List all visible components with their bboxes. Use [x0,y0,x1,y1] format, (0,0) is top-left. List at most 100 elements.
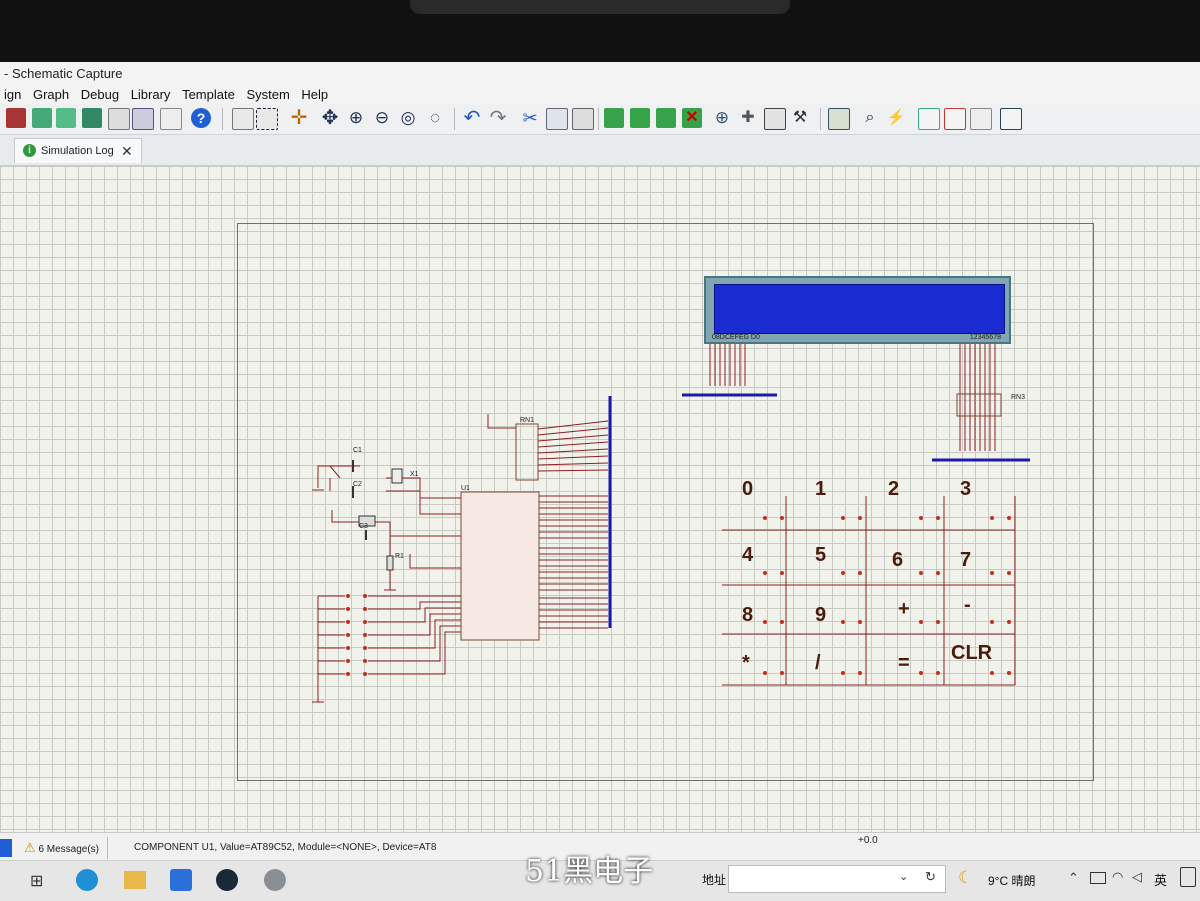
origin-icon[interactable]: ✛ [289,108,309,128]
mcu-port-wires [539,495,608,629]
file-explorer-icon[interactable] [124,871,146,889]
goto-sheet-icon[interactable] [970,108,992,130]
rn1-wires [537,420,609,472]
block-rotate-icon[interactable] [656,108,676,128]
menu-library[interactable]: Library [127,86,175,104]
schematic-drawing: RN3 RN1 U1 X1 C1 C2 C3 R1 [312,344,1030,703]
schematic-canvas[interactable]: 08DCEFEG D0 12345678 RN3 RN1 U1 X1 C1 C2… [0,166,1200,832]
key-label-1: 1 [815,478,827,500]
wire-autorouter-icon[interactable] [828,108,850,130]
key-label-0: 0 [742,478,754,500]
x1-label: X1 [410,471,419,478]
copy-icon[interactable] [546,108,568,130]
block-move-icon[interactable] [630,108,650,128]
toolbar-separator [598,108,599,130]
property-assign-icon[interactable]: ⚡ [886,108,906,128]
c1-label: C1 [353,447,362,454]
status-component-text: COMPONENT U1, Value=AT89C52, Module=<NON… [134,842,436,853]
package-icon[interactable] [764,108,786,130]
zoom-area-icon[interactable]: ◌ [425,108,445,128]
bom-icon[interactable] [108,108,130,130]
new-sheet-icon[interactable] [918,108,940,130]
toolbar-separator [454,108,455,130]
probe-icon[interactable] [56,108,76,128]
refresh-icon[interactable] [232,108,254,130]
battery-icon[interactable] [1090,872,1106,884]
notification-icon[interactable] [1180,867,1196,887]
redo-icon[interactable]: ↷ [488,108,508,128]
menu-bar: ign Graph Debug Library Template System … [0,86,1200,104]
weather-text[interactable]: 9°C 晴朗 [988,872,1035,889]
task-view-icon[interactable]: ⊞ [30,871,43,891]
block-copy-icon[interactable] [604,108,624,128]
hex-icon[interactable] [132,108,154,130]
chip-icon[interactable] [6,108,26,128]
reset-circuit [331,510,461,591]
key-label-divide: / [815,652,821,674]
block-delete-icon[interactable]: ✕ [682,108,702,128]
mcu-label: U1 [461,485,470,492]
make-device-icon[interactable]: ✚ [738,108,758,128]
warning-icon: ⚠ [24,840,36,855]
grid-icon[interactable] [256,108,278,130]
address-input[interactable]: ⌄ ↻ [728,865,946,893]
help-icon[interactable]: ? [191,108,211,128]
moon-weather-icon: ☾ [958,868,974,887]
zoom-in-icon[interactable]: ⊕ [346,108,366,128]
volume-icon[interactable]: ◁ [1132,869,1142,885]
design-notes-icon[interactable] [1000,108,1022,130]
decompose-icon[interactable]: ⚒ [790,108,810,128]
rn3-resistor-network [956,393,1002,417]
mcu-u1 [460,491,540,641]
key-label-4: 4 [742,544,754,566]
p1-switch-wires [312,595,461,703]
remove-sheet-icon[interactable] [944,108,966,130]
animation-control-icon[interactable] [0,839,12,857]
key-label-9: 9 [815,604,827,626]
chevron-down-icon[interactable]: ⌄ [899,870,908,883]
chevron-up-icon[interactable]: ⌃ [1068,870,1079,886]
lcd-left-pins [709,344,746,386]
menu-help[interactable]: Help [297,86,332,104]
ime-indicator[interactable]: 英 [1154,870,1167,889]
cut-icon[interactable]: ✂ [520,108,540,128]
messages-panel[interactable]: ⚠ 6 Message(s) [24,837,109,859]
document-icon[interactable] [160,108,182,130]
board-icon[interactable] [82,108,102,128]
menu-template[interactable]: Template [178,86,239,104]
close-icon[interactable]: ✕ [121,139,133,163]
zoom-out-icon[interactable]: ⊖ [372,108,392,128]
toolbar-separator [222,108,223,130]
menu-design[interactable]: ign [0,86,25,104]
undo-icon[interactable]: ↶ [462,108,482,128]
tab-simulation-log[interactable]: i Simulation Log ✕ [14,138,142,163]
steam-icon[interactable] [216,869,238,891]
zoom-all-icon[interactable]: ◎ [398,108,418,128]
menu-system[interactable]: System [242,86,293,104]
rn1-vcc-wire [487,414,516,429]
toolbar: ? ✛ ✥ ⊕ ⊖ ◎ ◌ ↶ ↷ ✂ ✕ ⊕ ✚ ⚒ ⌕ ⚡ [0,104,1200,135]
key-label-3: 3 [960,478,972,500]
resistor-r1 [386,555,394,571]
search-icon[interactable]: ⌕ [860,108,880,128]
refresh-icon[interactable]: ↻ [925,869,936,885]
key-label-minus: - [964,594,971,616]
wifi-icon[interactable]: ◠ [1112,869,1123,885]
key-label-7: 7 [960,549,972,571]
key-label-plus: + [898,598,910,620]
rn1-label: RN1 [520,417,534,424]
app-icon[interactable] [170,869,192,891]
address-label: 地址 [702,873,727,887]
key-label-8: 8 [742,604,754,626]
menu-debug[interactable]: Debug [77,86,123,104]
paste-icon[interactable] [572,108,594,130]
edge-browser-icon[interactable] [76,869,98,891]
back-icon[interactable] [32,108,52,128]
pick-device-icon[interactable]: ⊕ [712,108,732,128]
toolbar-separator [820,108,821,130]
proteus-icon[interactable] [264,869,286,891]
key-label-clr: CLR [951,642,993,664]
pan-icon[interactable]: ✥ [320,108,340,128]
rn3-label: RN3 [1011,394,1025,401]
menu-graph[interactable]: Graph [29,86,73,104]
